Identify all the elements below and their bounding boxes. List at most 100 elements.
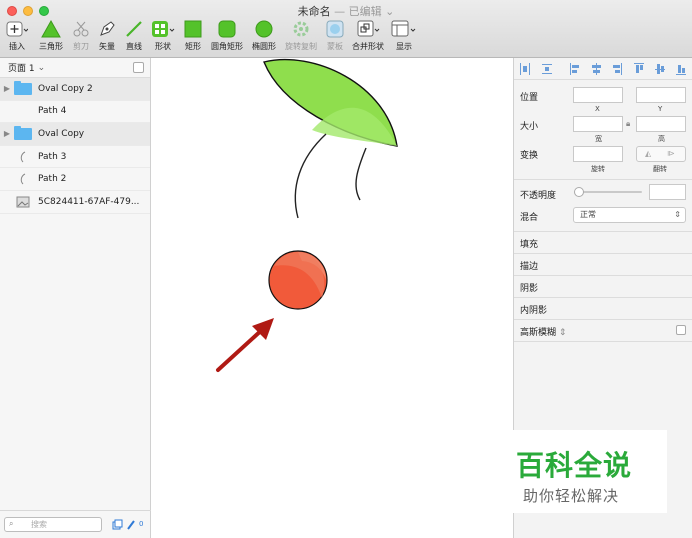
insert-button[interactable]: 插入	[4, 20, 30, 56]
oval-icon	[255, 20, 273, 39]
layer-name: Oval Copy 2	[38, 83, 93, 94]
mask-button[interactable]: 蒙板	[323, 20, 347, 56]
layers-sidebar: 页面 1 ⌄ ▶ Oval Copy 2 Path 4 ▶ Oval Copy …	[0, 58, 151, 538]
view-icon	[391, 20, 417, 39]
layer-row[interactable]: Path 2	[0, 168, 150, 191]
height-field[interactable]	[636, 116, 686, 132]
design-canvas[interactable]	[152, 58, 513, 538]
collapse-pages-button[interactable]	[133, 62, 144, 73]
path-icon	[14, 173, 32, 185]
layer-name: Path 2	[38, 174, 67, 185]
pointer-arrow	[216, 318, 274, 372]
rectangle-icon	[184, 20, 202, 39]
page-selector-label: 页面 1	[8, 64, 35, 74]
view-button[interactable]: 显示	[390, 20, 418, 56]
chevron-down-icon: ⌄	[37, 62, 46, 73]
oval-button[interactable]: 椭圆形	[250, 20, 278, 56]
rectangle-button[interactable]: 矩形	[181, 20, 205, 56]
chevron-updown-icon: ⇕	[674, 210, 681, 219]
alignment-toolbar	[514, 58, 692, 80]
shadow-section-header[interactable]: 阴影	[520, 281, 538, 294]
opacity-field[interactable]	[649, 184, 686, 200]
align-middle-vertical-icon[interactable]	[655, 63, 665, 75]
pen-icon	[98, 20, 116, 39]
leaf-shape[interactable]	[263, 58, 398, 147]
layer-row[interactable]: 5C824411-67AF-479...	[0, 191, 150, 214]
layer-row[interactable]: ▶ Oval Copy 2	[0, 78, 150, 101]
line-button[interactable]: 直线	[122, 20, 146, 56]
width-field[interactable]	[573, 116, 623, 132]
window-title[interactable]: 未命名 — 已编辑 ⌄	[0, 3, 692, 19]
combine-shapes-button[interactable]: 合并形状	[350, 20, 386, 56]
distribute-vertical-icon[interactable]	[542, 63, 552, 75]
sidebar-footer: ⌕ 搜索 0	[0, 510, 151, 538]
rounded-rectangle-button[interactable]: 圆角矩形	[208, 20, 246, 56]
y-field[interactable]	[636, 87, 686, 103]
flip-horizontal-icon[interactable]: ◭	[645, 149, 651, 158]
rotate-field[interactable]	[573, 146, 623, 162]
layer-row[interactable]: Path 3	[0, 146, 150, 169]
vector-button[interactable]: 矢量	[96, 20, 118, 56]
opacity-slider-knob[interactable]	[574, 187, 584, 197]
triangle-button[interactable]: 三角形	[36, 19, 66, 56]
flip-vertical-icon[interactable]: ⧐	[667, 149, 675, 158]
toolbar: 插入 三角形 剪刀 矢量 直线 形状 矩形 圆角矩形 椭圆形 旋转复制 蒙板 合…	[0, 19, 692, 56]
layer-name: Path 4	[38, 106, 67, 117]
cherry-circle[interactable]	[268, 250, 328, 310]
disclosure-triangle-icon[interactable]: ▶	[0, 84, 14, 93]
document-name: 未命名	[297, 5, 331, 18]
transform-label: 变换	[520, 151, 539, 161]
position-label: 位置	[520, 93, 539, 103]
shapes-button[interactable]: 形状	[150, 20, 176, 56]
layer-row[interactable]: ▶ Oval Copy	[0, 123, 150, 146]
disclosure-triangle-icon[interactable]: ▶	[0, 129, 14, 138]
align-right-icon[interactable]	[612, 63, 622, 75]
filter-layers-icon[interactable]	[112, 519, 123, 533]
shapes-icon	[151, 20, 175, 39]
scissors-button[interactable]: 剪刀	[70, 20, 92, 56]
inner-shadow-section-header[interactable]: 内阴影	[520, 303, 547, 316]
folder-icon	[14, 125, 32, 140]
line-icon	[125, 20, 143, 39]
chevron-down-icon: ⌄	[385, 5, 395, 18]
layer-name: Path 3	[38, 151, 67, 162]
blur-checkbox[interactable]	[676, 325, 686, 335]
rotate-copy-icon	[292, 20, 310, 39]
image-icon	[14, 196, 32, 208]
watermark-title: 百科全说	[516, 449, 633, 482]
stem-path[interactable]	[294, 133, 327, 219]
folder-icon	[14, 80, 32, 95]
stem-path[interactable]	[355, 147, 367, 201]
watermark: 百科全说 助你轻松解决	[513, 430, 667, 513]
scissors-icon	[72, 20, 90, 39]
flip-buttons[interactable]: ◭ ⧐	[636, 146, 686, 162]
blend-label: 混合	[520, 213, 539, 223]
border-section-header[interactable]: 描边	[520, 259, 538, 272]
gaussian-blur-section-header[interactable]: 高斯模糊 ⇕	[520, 325, 566, 338]
search-input[interactable]: ⌕ 搜索	[4, 517, 102, 532]
fill-section-header[interactable]: 填充	[520, 237, 538, 250]
artboard[interactable]	[152, 58, 513, 538]
window-titlebar: 未命名 — 已编辑 ⌄ 插入 三角形 剪刀 矢量 直线 形状 矩形 圆角矩形 椭…	[0, 0, 692, 58]
combine-shapes-icon	[355, 20, 381, 39]
size-label: 大小	[520, 122, 539, 132]
lock-icon[interactable]: 🔒︎	[626, 119, 630, 129]
triangle-icon	[41, 19, 61, 39]
align-center-horizontal-icon[interactable]	[591, 63, 601, 75]
opacity-label: 不透明度	[520, 191, 557, 201]
align-left-icon[interactable]	[570, 63, 580, 75]
plus-icon	[6, 20, 29, 39]
x-field[interactable]	[573, 87, 623, 103]
opacity-slider[interactable]	[574, 187, 642, 197]
blend-mode-select[interactable]: 正常 ⇕	[573, 207, 686, 223]
layer-name: Oval Copy	[38, 128, 85, 139]
document-status: — 已编辑	[334, 5, 382, 18]
align-top-icon[interactable]	[634, 63, 644, 75]
layer-row[interactable]: Path 4	[0, 101, 150, 124]
distribute-horizontal-icon[interactable]	[520, 63, 530, 75]
chevron-updown-icon: ⇕	[558, 328, 567, 338]
align-bottom-icon[interactable]	[676, 63, 686, 75]
page-selector[interactable]: 页面 1 ⌄	[0, 58, 150, 78]
brush-icon[interactable]	[126, 519, 136, 533]
rotate-copy-button[interactable]: 旋转复制	[282, 20, 320, 56]
